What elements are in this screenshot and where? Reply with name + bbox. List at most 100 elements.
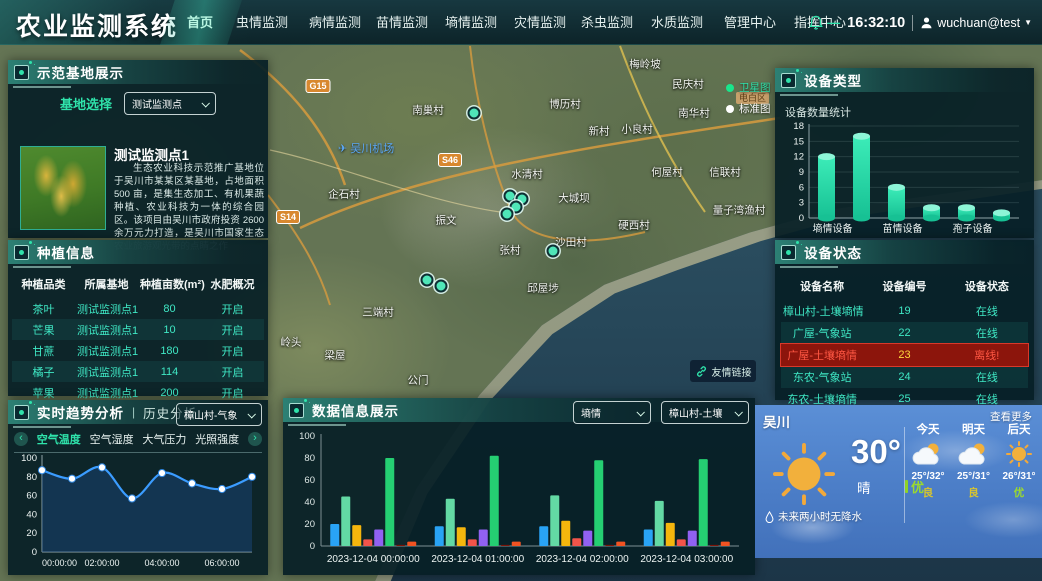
device-status-cell: 在线	[946, 322, 1028, 344]
panel-corner-icon	[781, 245, 796, 260]
device-map-marker[interactable]	[501, 208, 514, 221]
data-station-dropdown[interactable]: 樟山村-土壤	[661, 401, 749, 424]
panel-corner-icon	[14, 245, 29, 260]
nav-item-6[interactable]: 杀虫监测	[581, 0, 633, 45]
map-place-label: 邱屋埗	[527, 281, 559, 296]
table-cell: 甘蔗	[12, 340, 75, 361]
map-place-label: 信联村	[709, 165, 741, 180]
nav-item-4[interactable]: 墒情监测	[445, 0, 497, 45]
weather-condition: 晴	[857, 477, 871, 497]
map-place-label: 博历村	[549, 97, 581, 112]
map-place-label: 岭头	[281, 335, 302, 350]
forecast-temp: 25°/31°	[957, 471, 990, 482]
table-header-row: 设备名称设备编号设备状态	[781, 272, 1028, 300]
nav-item-0[interactable]: 首页	[187, 0, 213, 45]
trend-station-dropdown[interactable]: 樟山村-气象	[176, 403, 262, 426]
panel-title: 实时趋势分析	[37, 402, 124, 422]
chevron-down-icon	[247, 410, 255, 418]
trend-tab-3[interactable]: 光照强度	[195, 431, 239, 447]
trend-tab-2[interactable]: 大气压力	[142, 431, 186, 447]
svg-text:0: 0	[32, 547, 37, 558]
trend-tab-0[interactable]: 空气温度	[37, 431, 81, 447]
svg-text:18: 18	[793, 121, 804, 132]
svg-text:20: 20	[26, 528, 37, 539]
table-cell: 茶叶	[12, 298, 75, 319]
layer-standard-option[interactable]: 标准图	[726, 101, 771, 116]
table-cell: 开启	[201, 319, 264, 340]
map-layer-toggle: 卫星图 标准图	[726, 80, 771, 122]
forecast-day-label: 后天	[1008, 421, 1031, 437]
svg-text:孢子设备: 孢子设备	[953, 222, 993, 235]
svg-text:3: 3	[799, 198, 804, 209]
svg-text:40: 40	[304, 497, 315, 508]
forecast-day-0: 今天25°/32°良	[907, 421, 949, 500]
planting-table-wrap: 种植品类所属基地种植亩数(m²)水肥概况茶叶测试监测点180开启芒果测试监测点1…	[8, 264, 268, 403]
weather-forecast: 今天25°/32°良明天 25°/31° 良 后天26°/31°优	[907, 421, 1040, 500]
trend-tab-1[interactable]: 空气湿度	[90, 431, 134, 447]
map-place-label: 三端村	[362, 305, 394, 320]
device-status-cell: 在线	[946, 366, 1028, 388]
nav-item-5[interactable]: 灾情监测	[514, 0, 566, 45]
data-station-value: 樟山村-土壤	[669, 405, 722, 420]
forecast-aqi: 良	[968, 485, 979, 500]
data-type-dropdown[interactable]: 墒情	[573, 401, 651, 424]
map-place-label: 何屋村	[651, 165, 683, 180]
panel-planting-info: 种植信息 种植品类所属基地种植亩数(m²)水肥概况茶叶测试监测点180开启芒果测…	[8, 240, 268, 396]
tabs-prev-arrow[interactable]: ‹	[14, 432, 28, 446]
friendly-links-button[interactable]: 友情链接	[690, 360, 756, 382]
tabs-next-arrow[interactable]: ›	[248, 432, 262, 446]
device-map-marker[interactable]	[421, 274, 434, 287]
svg-text:60: 60	[304, 475, 315, 486]
nav-divider	[912, 15, 913, 31]
nav-item-8[interactable]: 管理中心	[724, 0, 776, 45]
layer-satellite-option[interactable]: 卫星图	[726, 80, 771, 95]
panel-trend-analysis: 实时趋势分析 | 历史分析 樟山村-气象 ‹空气温度空气湿度大气压力光照强度› …	[8, 400, 268, 575]
map-place-label: 梅岭坡	[629, 57, 661, 72]
base-select-dropdown[interactable]: 测试监测点	[124, 92, 216, 115]
panel-underline	[780, 94, 838, 96]
panel-title: 示范基地展示	[37, 62, 124, 82]
panel-device-status: 设备状态 设备名称设备编号设备状态樟山村-土壤墒情19在线广屋-气象站22在线广…	[775, 240, 1034, 400]
device-name-cell: 广屋-土壤墒情	[781, 344, 863, 366]
map-place-label: 公门	[408, 373, 429, 388]
panel-corner-icon	[781, 73, 796, 88]
device-status-row: 广屋-土壤墒情23离线!	[781, 344, 1028, 366]
device-map-marker[interactable]	[547, 245, 560, 258]
spot-title: 测试监测点1	[114, 144, 189, 164]
map-place-label: 张村	[500, 243, 521, 258]
device-map-marker[interactable]	[435, 280, 448, 293]
road-badge: G15	[305, 79, 330, 93]
table-cell: 10	[138, 319, 201, 340]
map-place-label: 梁屋	[325, 348, 346, 363]
svg-text:02:00:00: 02:00:00	[84, 558, 119, 568]
svg-text:60: 60	[26, 491, 37, 502]
column-header: 设备编号	[863, 272, 945, 300]
svg-text:2023-12-04 02:00:00: 2023-12-04 02:00:00	[536, 554, 629, 565]
map-place-label: 南华村	[678, 106, 710, 121]
nav-item-2[interactable]: 病情监测	[309, 0, 361, 45]
chevron-down-icon	[201, 99, 209, 107]
device-status-row: 广屋-气象站22在线	[781, 322, 1028, 344]
table-cell: 开启	[201, 340, 264, 361]
notification-bell-button[interactable]: —	[809, 15, 840, 30]
map-place-label: 新村	[589, 124, 610, 139]
user-menu[interactable]: wuchuan@test ▼	[920, 16, 1032, 30]
panel-underline	[780, 266, 838, 268]
device-map-marker[interactable]	[468, 107, 481, 120]
svg-text:苗情设备: 苗情设备	[883, 222, 923, 235]
svg-text:40: 40	[26, 509, 37, 520]
base-photo	[20, 146, 106, 230]
table-row: 甘蔗测试监测点1180开启	[12, 340, 264, 361]
bell-badge-dash: —	[827, 15, 840, 30]
weather-widget: 吴川 查看更多 30° 晴 优 未来两小时无降水	[755, 405, 1042, 558]
nav-item-1[interactable]: 虫情监测	[236, 0, 288, 45]
map-place-label: 企石村	[328, 187, 360, 202]
svg-text:00:00:00: 00:00:00	[42, 558, 77, 568]
forecast-day-2: 后天26°/31°优	[998, 421, 1040, 500]
username: wuchuan@test	[937, 16, 1020, 30]
forecast-day-label: 明天	[962, 421, 985, 437]
nav-item-3[interactable]: 苗情监测	[376, 0, 428, 45]
nav-item-7[interactable]: 水质监测	[651, 0, 703, 45]
table-cell: 橘子	[12, 361, 75, 382]
weather-divider	[904, 427, 905, 523]
